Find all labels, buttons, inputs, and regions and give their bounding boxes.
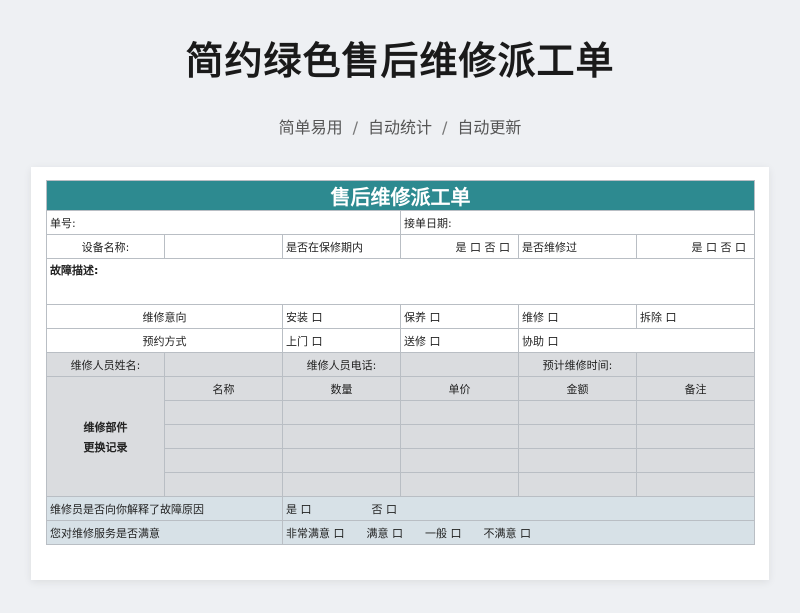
parts-col-qty: 数量 <box>282 376 401 401</box>
subtitle-item-easy: 简单易用 <box>278 118 343 137</box>
order-no-field[interactable]: 单号: <box>46 210 401 235</box>
booking-label: 预约方式 <box>46 328 283 353</box>
parts-label-line1: 维修部件 <box>83 420 128 434</box>
warranty-checkboxes[interactable]: 是 口 否 口 <box>400 234 519 259</box>
parts-label-line2: 更换记录 <box>83 440 128 454</box>
parts-cell[interactable] <box>636 448 755 473</box>
parts-cell[interactable] <box>164 400 283 425</box>
parts-cell[interactable] <box>518 400 637 425</box>
booking-option-assist[interactable]: 协助 口 <box>518 328 755 353</box>
order-date-field[interactable]: 接单日期: <box>400 210 755 235</box>
parts-col-amount: 金额 <box>518 376 637 401</box>
subtitle-separator: / <box>442 118 448 137</box>
parts-cell[interactable] <box>400 472 519 497</box>
tech-phone-input[interactable] <box>400 352 519 377</box>
satisfaction-checkboxes[interactable]: 非常满意 口 满意 口 一般 口 不满意 口 <box>282 520 755 545</box>
parts-cell[interactable] <box>282 472 401 497</box>
parts-col-price: 单价 <box>400 376 519 401</box>
est-time-label: 预计维修时间: <box>518 352 637 377</box>
page-subtitle: 简单易用 / 自动统计 / 自动更新 <box>0 114 800 138</box>
parts-cell[interactable] <box>400 424 519 449</box>
booking-option-onsite[interactable]: 上门 口 <box>282 328 401 353</box>
device-name-label: 设备名称: <box>46 234 165 259</box>
tech-phone-label: 维修人员电话: <box>282 352 401 377</box>
satisfaction-very-satisfied[interactable]: 非常满意 口 <box>286 527 345 540</box>
warranty-label: 是否在保修期内 <box>282 234 401 259</box>
repaired-label: 是否维修过 <box>518 234 637 259</box>
parts-cell[interactable] <box>518 424 637 449</box>
parts-record-label: 维修部件 更换记录 <box>46 376 165 497</box>
repaired-checkboxes[interactable]: 是 口 否 口 <box>636 234 755 259</box>
page-title: 简约绿色售后维修派工单 <box>185 39 615 83</box>
device-name-input[interactable] <box>164 234 283 259</box>
intent-label: 维修意向 <box>46 304 283 329</box>
repair-order-form: 售后维修派工单 单号: 接单日期: 设备名称: 是否在保修期内 是 口 否 口 … <box>46 180 755 545</box>
est-time-input[interactable] <box>636 352 755 377</box>
intent-option-repair[interactable]: 维修 口 <box>518 304 637 329</box>
parts-cell[interactable] <box>164 424 283 449</box>
satisfaction-satisfied[interactable]: 满意 口 <box>367 527 404 540</box>
form-header: 售后维修派工单 <box>46 180 755 211</box>
explained-yes[interactable]: 是 口 <box>286 503 312 516</box>
tech-name-input[interactable] <box>164 352 283 377</box>
explained-question: 维修员是否向你解释了故障原因 <box>46 496 283 521</box>
parts-cell[interactable] <box>282 400 401 425</box>
subtitle-item-auto-update: 自动更新 <box>457 118 522 137</box>
parts-cell[interactable] <box>636 472 755 497</box>
intent-option-install[interactable]: 安装 口 <box>282 304 401 329</box>
intent-option-maintain[interactable]: 保养 口 <box>400 304 519 329</box>
satisfaction-unsatisfied[interactable]: 不满意 口 <box>484 527 532 540</box>
parts-cell[interactable] <box>518 448 637 473</box>
tech-name-label: 维修人员姓名: <box>46 352 165 377</box>
explained-checkboxes[interactable]: 是 口否 口 <box>282 496 755 521</box>
parts-cell[interactable] <box>518 472 637 497</box>
intent-option-remove[interactable]: 拆除 口 <box>636 304 755 329</box>
parts-cell[interactable] <box>164 448 283 473</box>
explained-no[interactable]: 否 口 <box>372 503 398 516</box>
parts-col-name: 名称 <box>164 376 283 401</box>
parts-cell[interactable] <box>636 400 755 425</box>
booking-option-sendin[interactable]: 送修 口 <box>400 328 519 353</box>
parts-cell[interactable] <box>164 472 283 497</box>
subtitle-separator: / <box>352 118 358 137</box>
parts-cell[interactable] <box>400 400 519 425</box>
parts-cell[interactable] <box>400 448 519 473</box>
fault-description-field[interactable]: 故障描述: <box>46 258 755 305</box>
parts-cell[interactable] <box>636 424 755 449</box>
satisfaction-average[interactable]: 一般 口 <box>425 527 462 540</box>
parts-col-note: 备注 <box>636 376 755 401</box>
satisfaction-question: 您对维修服务是否满意 <box>46 520 283 545</box>
parts-cell[interactable] <box>282 424 401 449</box>
subtitle-item-auto-stats: 自动统计 <box>367 118 432 137</box>
parts-cell[interactable] <box>282 448 401 473</box>
